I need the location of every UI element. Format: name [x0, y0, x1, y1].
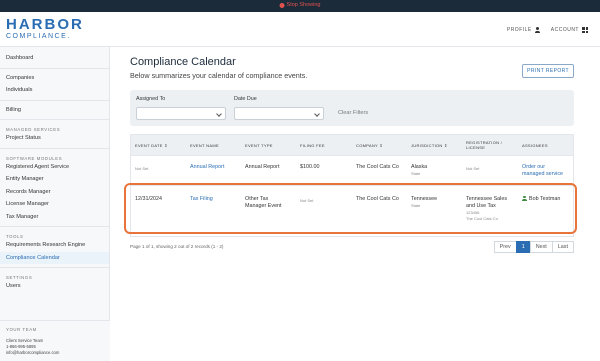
sidebar-heading-settings: SETTINGS — [6, 275, 33, 280]
main-content: Compliance Calendar Below summarizes you… — [124, 56, 577, 253]
order-managed-service-link[interactable]: Order our managed service — [522, 164, 563, 178]
app-header: HARBOR COMPLIANCE. PROFILE ACCOUNT — [0, 12, 600, 47]
col-company[interactable]: COMPANY ⇕ — [356, 135, 383, 155]
account-menu[interactable]: ACCOUNT — [551, 27, 588, 33]
divider — [0, 267, 109, 268]
sidebar-item-individuals[interactable]: Individuals — [0, 84, 109, 97]
col-jurisdiction[interactable]: JURISDICTION ⇕ — [411, 135, 448, 155]
divider — [0, 147, 109, 149]
divider — [0, 99, 109, 101]
sidebar-item-entity-manager[interactable]: Entity Manager — [0, 173, 109, 186]
sidebar-item-records-manager[interactable]: Records Manager — [0, 186, 109, 199]
sidebar-heading-managed-services: MANAGED SERVICES — [6, 127, 61, 132]
team-email[interactable]: info@harborcompliance.com — [6, 350, 104, 356]
divider — [0, 67, 109, 69]
col-assignees: ASSIGNEES — [522, 142, 548, 148]
prev-page-button[interactable]: Prev — [493, 241, 517, 253]
event-type-cell: Annual Report — [245, 164, 280, 170]
sidebar-item-dashboard[interactable]: Dashboard — [0, 52, 109, 65]
jurisdiction-cell: Alaska State — [411, 164, 427, 177]
sidebar-item-billing[interactable]: Billing — [0, 104, 109, 117]
your-team-heading: YOUR TEAM — [6, 327, 37, 332]
sidebar-item-project-status[interactable]: Project Status — [0, 132, 109, 145]
jurisdiction-type: State — [411, 171, 421, 176]
divider — [0, 226, 109, 227]
order-line2: managed service — [522, 171, 564, 177]
sidebar-item-users[interactable]: Users — [0, 280, 109, 293]
print-report-button[interactable]: PRINT REPORT — [522, 64, 574, 78]
stop-sharing-label: Stop Showing — [286, 2, 321, 8]
harbor-compliance-logo[interactable]: HARBOR COMPLIANCE. — [6, 16, 84, 41]
grid-icon — [582, 27, 588, 33]
clear-filters-link[interactable]: Clear Filters — [338, 110, 368, 116]
profile-label: PROFILE — [506, 27, 532, 33]
sidebar-heading-tools: TOOLS — [6, 234, 24, 239]
order-line1: Order our — [522, 164, 546, 170]
user-icon — [535, 27, 541, 33]
page-1-button[interactable]: 1 — [515, 241, 531, 253]
assigned-to-label: Assigned To — [136, 96, 166, 102]
col-event-date[interactable]: EVENT DATE ⇕ — [135, 135, 168, 155]
sidebar-heading-software-modules: SOFTWARE MODULES — [6, 155, 63, 161]
col-event-name: EVENT NAME — [190, 142, 219, 148]
profile-menu[interactable]: PROFILE — [507, 27, 541, 33]
divider — [0, 119, 109, 120]
company-cell: The Cool Cats Co — [356, 164, 399, 170]
logo-line2: COMPLIANCE. — [6, 33, 71, 40]
last-page-button[interactable]: Last — [551, 241, 574, 253]
filter-panel: Assigned To Date Due Clear Filters — [130, 90, 574, 126]
table-row: Not Set Annual Report Annual Report $100… — [131, 155, 573, 185]
sidebar-item-compliance-calendar[interactable]: Compliance Calendar — [0, 251, 109, 264]
registration-cell: Not Set — [466, 166, 480, 171]
sidebar-item-registered-agent[interactable]: Registered Agent Service — [0, 161, 109, 174]
col-filing-fee: FILING FEE — [300, 142, 325, 148]
page-title: Compliance Calendar — [130, 56, 236, 68]
chevron-down-icon — [216, 111, 222, 117]
next-page-button[interactable]: Next — [529, 241, 553, 253]
assigned-to-select[interactable] — [136, 107, 226, 120]
sidebar-item-license-manager[interactable]: License Manager — [0, 198, 109, 211]
sidebar-item-tax-manager[interactable]: Tax Manager — [0, 211, 109, 224]
chevron-down-icon — [314, 111, 320, 117]
pagination: Prev 1 Next Last — [493, 241, 574, 253]
highlight-outline — [124, 183, 577, 234]
event-name-link[interactable]: Annual Report — [190, 164, 224, 171]
col-registration-line2: LICENSE — [466, 145, 486, 150]
page-subtitle: Below summarizes your calendar of compli… — [130, 71, 308, 80]
jurisdiction-name: Alaska — [411, 164, 428, 170]
date-due-label: Date Due — [234, 96, 257, 102]
stop-sharing-button[interactable]: Stop Showing — [279, 2, 321, 8]
col-event-type: EVENT TYPE — [245, 142, 273, 148]
event-date-cell: Not Set — [135, 166, 149, 171]
your-team-panel: YOUR TEAM Client Service Team 1-866-995-… — [0, 320, 110, 361]
account-label: ACCOUNT — [550, 27, 579, 33]
stop-icon — [279, 2, 285, 8]
date-due-select[interactable] — [234, 107, 324, 120]
filing-fee-cell: $100.00 — [300, 164, 320, 170]
col-registration: REGISTRATION / LICENSE — [466, 135, 502, 155]
logo-line1: HARBOR — [6, 16, 84, 33]
sidebar-item-companies[interactable]: Companies — [0, 72, 109, 85]
sidebar: Dashboard Companies Individuals Billing … — [0, 47, 110, 361]
pagination-summary: Page 1 of 1, showing 2 out of 2 records … — [130, 244, 224, 249]
screen-share-bar: Stop Showing — [0, 0, 600, 12]
sidebar-item-requirements-engine[interactable]: Requirements Research Engine — [0, 239, 109, 252]
table-header: EVENT DATE ⇕ EVENT NAME EVENT TYPE FILIN… — [131, 135, 573, 155]
